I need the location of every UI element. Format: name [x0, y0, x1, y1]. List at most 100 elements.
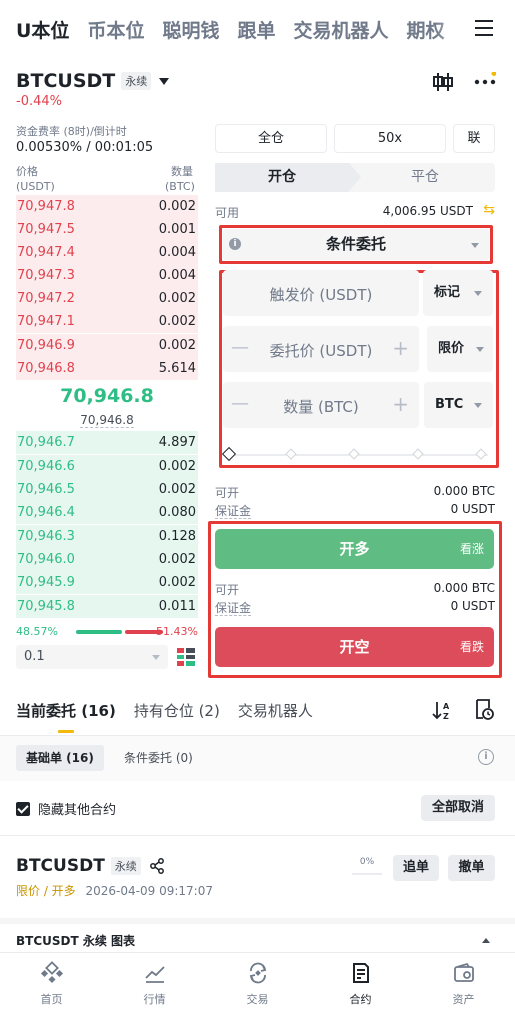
plus-icon[interactable]: + [392, 336, 409, 360]
ask-row[interactable]: 70,947.2 0.002 [16, 287, 198, 310]
can-open-value: 0.000 BTC [433, 581, 495, 595]
cancel-order-button[interactable]: 撤单 [448, 855, 495, 881]
chevron-up-icon [482, 938, 490, 943]
nav-markets[interactable]: 行情 [103, 961, 206, 1007]
order-type-select[interactable]: i 条件委托 [223, 229, 489, 260]
sell-ratio: 51.43% [156, 625, 198, 638]
bid-price: 70,946.3 [17, 529, 75, 544]
ask-row[interactable]: 70,947.1 0.002 [16, 310, 198, 333]
ask-row[interactable]: 70,946.8 5.614 [16, 357, 198, 380]
tab-open[interactable]: 开仓 [215, 163, 361, 192]
available-value: 4,006.95 USDT [382, 204, 473, 218]
ask-price: 70,947.1 [17, 314, 75, 329]
symbol-name: BTCUSDT [16, 70, 116, 92]
tab-coinm[interactable]: 币本位 [87, 16, 144, 43]
quantity-slider[interactable] [221, 446, 488, 462]
can-open-label: 可开 [215, 583, 240, 597]
bid-price: 70,946.7 [17, 435, 75, 450]
bid-row[interactable]: 70,946.3 0.128 [16, 525, 198, 548]
bid-row[interactable]: 70,946.5 0.002 [16, 478, 198, 501]
transfer-icon[interactable]: ⇆ [483, 202, 495, 218]
sort-icon[interactable]: A Z [432, 700, 454, 720]
order-price-input[interactable]: — 委托价 (USDT) + [223, 326, 419, 372]
tab-bots[interactable]: 交易机器人 [238, 700, 313, 721]
nav-assets-label: 资产 [452, 993, 475, 1006]
fill-progress-bar [352, 873, 382, 875]
ask-qty: 0.001 [158, 222, 196, 237]
open-long-button[interactable]: 开多 看涨 [215, 529, 494, 569]
nav-markets-label: 行情 [143, 993, 166, 1006]
menu-icon[interactable] [475, 20, 493, 36]
cancel-all-button[interactable]: 全部取消 [421, 795, 495, 821]
trigger-type-select[interactable]: 标记 [423, 270, 493, 316]
bid-row[interactable]: 70,945.9 0.002 [16, 571, 198, 594]
leverage-button[interactable]: 50x [334, 124, 446, 153]
quantity-unit-select[interactable]: BTC [424, 382, 493, 428]
ask-row[interactable]: 70,947.8 0.002 [16, 195, 198, 218]
last-price[interactable]: 70,946.8 [16, 385, 198, 407]
info-icon[interactable]: i [478, 749, 494, 765]
symbol-selector[interactable]: BTCUSDT 永续 [16, 70, 170, 92]
caret-down-icon [159, 77, 170, 85]
trigger-price-placeholder: 触发价 (USDT) [269, 286, 373, 304]
tab-copy-trading[interactable]: 跟单 [237, 16, 275, 43]
bid-row[interactable]: 70,945.8 0.011 [16, 595, 198, 618]
ask-row[interactable]: 70,947.5 0.001 [16, 218, 198, 241]
bid-qty: 0.080 [158, 505, 196, 520]
tab-usdm[interactable]: U本位 [16, 16, 69, 43]
depth-step-select[interactable]: 0.1 [16, 645, 168, 669]
ask-row[interactable]: 70,947.4 0.004 [16, 241, 198, 264]
order-history-icon[interactable] [474, 699, 494, 721]
ask-qty: 0.004 [158, 245, 196, 260]
more-icon[interactable] [474, 72, 496, 92]
trigger-price-input[interactable]: 触发价 (USDT) [223, 270, 419, 316]
share-icon[interactable] [149, 858, 165, 874]
nav-home[interactable]: 首页 [0, 961, 103, 1007]
nav-assets[interactable]: 资产 [412, 961, 515, 1007]
filter-basic-orders[interactable]: 基础单 (16) [16, 745, 104, 771]
quantity-input[interactable]: — 数量 (BTC) + [223, 382, 419, 428]
checkbox-checked-icon[interactable] [16, 801, 30, 816]
tab-smart-money[interactable]: 聪明钱 [162, 16, 219, 43]
tab-close[interactable]: 平仓 [355, 163, 495, 192]
ask-row[interactable]: 70,946.9 0.002 [16, 334, 198, 357]
open-short-button[interactable]: 开空 看跌 [215, 627, 494, 667]
margin-mode-button[interactable]: 全仓 [215, 124, 327, 153]
candlestick-chart-icon[interactable] [432, 72, 454, 92]
margin-value: 0 USDT [450, 599, 495, 613]
nav-futures[interactable]: 合约 [309, 961, 412, 1007]
available-label: 可用 [215, 206, 240, 220]
ask-price: 70,947.3 [17, 268, 75, 283]
order-price-placeholder: 委托价 (USDT) [269, 342, 373, 360]
bid-row[interactable]: 70,946.6 0.002 [16, 455, 198, 478]
orderbook-layout-icon[interactable] [176, 647, 196, 667]
order-symbol[interactable]: BTCUSDT 永续 [16, 856, 165, 876]
perpetual-tag: 永续 [121, 72, 152, 90]
ask-price: 70,947.2 [17, 291, 75, 306]
hide-other-contracts[interactable]: 隐藏其他合约 [16, 799, 116, 818]
bid-price: 70,945.9 [17, 575, 75, 590]
chevron-down-icon [476, 347, 484, 352]
chevron-down-icon [152, 655, 160, 660]
chase-order-button[interactable]: 追单 [393, 855, 439, 881]
qty-unit: (BTC) [165, 180, 195, 193]
tab-options[interactable]: 期权 [407, 16, 445, 43]
bid-qty: 0.002 [158, 482, 196, 497]
funding-rate-label: 资金费率 (8时)/倒计时 [16, 125, 127, 138]
home-logo-icon [40, 961, 63, 984]
qty-header: 数量 [171, 165, 193, 178]
bid-qty: 0.128 [158, 529, 196, 544]
tab-open-orders[interactable]: 当前委托 (16) [16, 700, 116, 721]
tab-positions[interactable]: 持有仓位 (2) [134, 700, 220, 721]
price-type-select[interactable]: 限价 [427, 326, 493, 372]
bid-row[interactable]: 70,946.0 0.002 [16, 548, 198, 571]
chart-toggle[interactable]: BTCUSDT 永续 图表 [0, 918, 515, 952]
bid-row[interactable]: 70,946.7 4.897 [16, 431, 198, 454]
tab-trading-bots[interactable]: 交易机器人 [293, 16, 388, 43]
ask-row[interactable]: 70,947.3 0.004 [16, 264, 198, 287]
more-mode-button[interactable]: 联 [453, 124, 495, 153]
plus-icon[interactable]: + [392, 392, 409, 416]
nav-trade[interactable]: 交易 [206, 961, 309, 1007]
bid-row[interactable]: 70,946.4 0.080 [16, 501, 198, 524]
filter-conditional-orders[interactable]: 条件委托 (0) [114, 745, 203, 771]
